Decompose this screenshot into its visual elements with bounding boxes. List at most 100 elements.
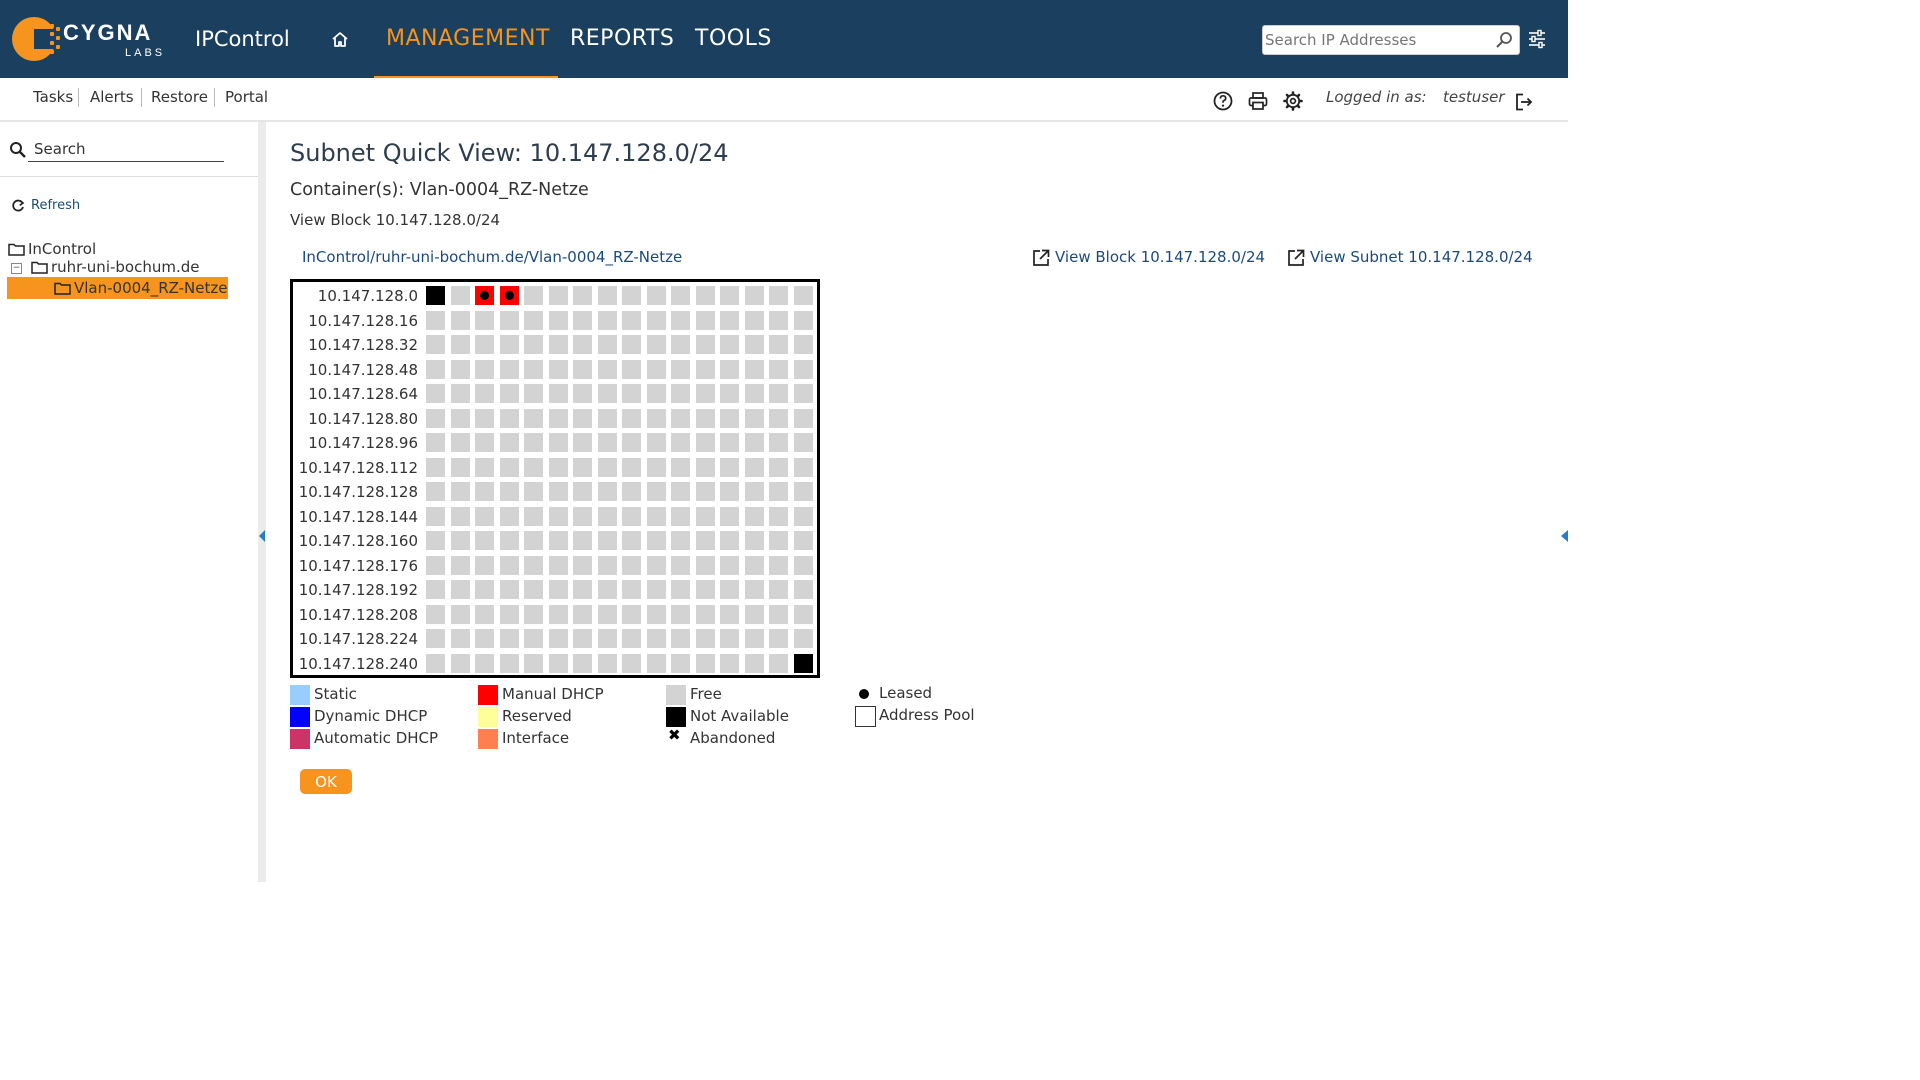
ip-address-cell[interactable] — [695, 482, 715, 501]
ip-address-cell[interactable] — [695, 433, 715, 452]
ip-address-cell[interactable] — [793, 555, 813, 575]
ip-address-cell[interactable] — [695, 555, 715, 575]
ip-address-cell[interactable] — [622, 555, 641, 575]
magnifier-icon[interactable] — [1495, 31, 1513, 49]
ip-address-cell[interactable] — [769, 629, 788, 648]
ip-address-cell[interactable] — [426, 286, 445, 305]
ip-address-cell[interactable] — [744, 580, 764, 599]
ip-address-cell[interactable] — [426, 384, 445, 403]
ip-address-cell[interactable] — [769, 506, 788, 526]
ip-address-cell[interactable] — [475, 629, 494, 648]
ip-address-cell[interactable] — [450, 629, 470, 648]
ip-address-cell[interactable] — [769, 604, 788, 624]
ip-address-cell[interactable] — [597, 408, 617, 428]
ip-address-cell[interactable] — [475, 555, 494, 575]
tree-node-vlan-0004[interactable]: Vlan-0004_RZ-Netze — [74, 279, 228, 297]
ip-address-cell[interactable] — [671, 531, 690, 550]
ip-address-cell[interactable] — [499, 555, 519, 575]
ip-address-cell[interactable] — [524, 506, 543, 526]
ip-address-cell[interactable] — [426, 580, 445, 599]
ip-address-cell[interactable] — [671, 555, 690, 575]
ip-address-cell[interactable] — [671, 604, 690, 624]
ip-address-cell[interactable] — [622, 433, 641, 452]
ip-address-cell[interactable] — [720, 482, 739, 501]
ip-address-cell[interactable] — [720, 580, 739, 599]
subnav-alerts[interactable]: Alerts — [90, 88, 134, 106]
ip-address-cell[interactable] — [744, 506, 764, 526]
ip-address-cell[interactable] — [450, 653, 470, 673]
home-icon[interactable] — [330, 30, 350, 50]
ip-address-cell[interactable] — [622, 531, 641, 550]
ip-address-cell[interactable] — [695, 506, 715, 526]
ip-address-cell[interactable] — [548, 653, 568, 673]
ip-address-cell[interactable] — [622, 580, 641, 599]
ip-address-cell[interactable] — [695, 335, 715, 354]
ip-address-cell[interactable] — [646, 310, 666, 330]
ip-address-cell[interactable] — [450, 286, 470, 305]
ip-address-cell[interactable] — [499, 531, 519, 550]
ip-address-cell[interactable] — [744, 335, 764, 354]
ip-address-cell[interactable] — [720, 384, 739, 403]
ip-address-cell[interactable] — [573, 531, 592, 550]
ip-address-cell[interactable] — [426, 506, 445, 526]
ip-address-cell[interactable] — [499, 629, 519, 648]
tree-search-input[interactable] — [28, 136, 224, 162]
ip-address-cell[interactable] — [744, 653, 764, 673]
ip-address-cell[interactable] — [744, 433, 764, 452]
ip-address-cell[interactable] — [597, 506, 617, 526]
ip-address-cell[interactable] — [499, 482, 519, 501]
container-path-link[interactable]: InControl/ruhr-uni-bochum.de/Vlan-0004_R… — [302, 248, 682, 266]
ip-address-cell[interactable] — [695, 629, 715, 648]
ip-address-cell[interactable] — [793, 433, 813, 452]
ip-address-cell[interactable] — [671, 286, 690, 305]
ip-address-cell[interactable] — [597, 580, 617, 599]
ip-address-cell[interactable] — [646, 506, 666, 526]
ip-address-cell[interactable] — [475, 335, 494, 354]
gear-icon[interactable] — [1283, 91, 1303, 111]
ip-address-cell[interactable] — [744, 604, 764, 624]
ip-address-cell[interactable] — [499, 310, 519, 330]
ip-address-cell[interactable] — [793, 384, 813, 403]
ip-address-cell[interactable] — [475, 604, 494, 624]
ip-address-cell[interactable] — [573, 310, 592, 330]
ip-address-cell[interactable] — [597, 482, 617, 501]
subnav-tasks[interactable]: Tasks — [33, 88, 73, 106]
ip-address-cell[interactable] — [450, 408, 470, 428]
ip-address-cell[interactable] — [524, 286, 543, 305]
ip-address-cell[interactable] — [548, 604, 568, 624]
ip-address-cell[interactable] — [597, 531, 617, 550]
ip-address-cell[interactable] — [450, 580, 470, 599]
ip-address-cell[interactable] — [695, 653, 715, 673]
ip-address-cell[interactable] — [622, 653, 641, 673]
ip-address-cell[interactable] — [597, 384, 617, 403]
ip-address-cell[interactable] — [573, 604, 592, 624]
ip-address-cell[interactable] — [646, 433, 666, 452]
ip-address-cell[interactable] — [475, 653, 494, 673]
ip-address-cell[interactable] — [769, 531, 788, 550]
ip-address-cell[interactable] — [450, 359, 470, 379]
ip-address-cell[interactable] — [695, 531, 715, 550]
ip-address-cell[interactable] — [671, 408, 690, 428]
ip-address-cell[interactable] — [573, 482, 592, 501]
ip-address-cell[interactable] — [548, 310, 568, 330]
ip-address-cell[interactable] — [548, 384, 568, 403]
ip-address-cell[interactable] — [475, 531, 494, 550]
ip-address-cell[interactable] — [720, 433, 739, 452]
nav-reports[interactable]: REPORTS — [570, 26, 674, 51]
ip-address-cell[interactable] — [671, 580, 690, 599]
ip-address-cell[interactable] — [720, 629, 739, 648]
ip-address-cell[interactable] — [597, 604, 617, 624]
collapse-left-arrow-icon[interactable] — [259, 530, 265, 542]
ip-address-cell[interactable] — [450, 604, 470, 624]
ip-address-cell[interactable] — [695, 604, 715, 624]
view-block-link[interactable]: View Block 10.147.128.0/24 — [1032, 248, 1265, 266]
ip-address-cell[interactable] — [720, 310, 739, 330]
ip-address-cell[interactable] — [695, 384, 715, 403]
ip-address-cell[interactable] — [426, 629, 445, 648]
ip-address-cell[interactable] — [793, 457, 813, 477]
ip-address-cell[interactable] — [548, 286, 568, 305]
ip-address-cell[interactable] — [769, 286, 788, 305]
ip-address-cell[interactable] — [548, 555, 568, 575]
tree-node-incontrol[interactable]: InControl — [28, 240, 96, 258]
ip-address-cell[interactable] — [499, 653, 519, 673]
